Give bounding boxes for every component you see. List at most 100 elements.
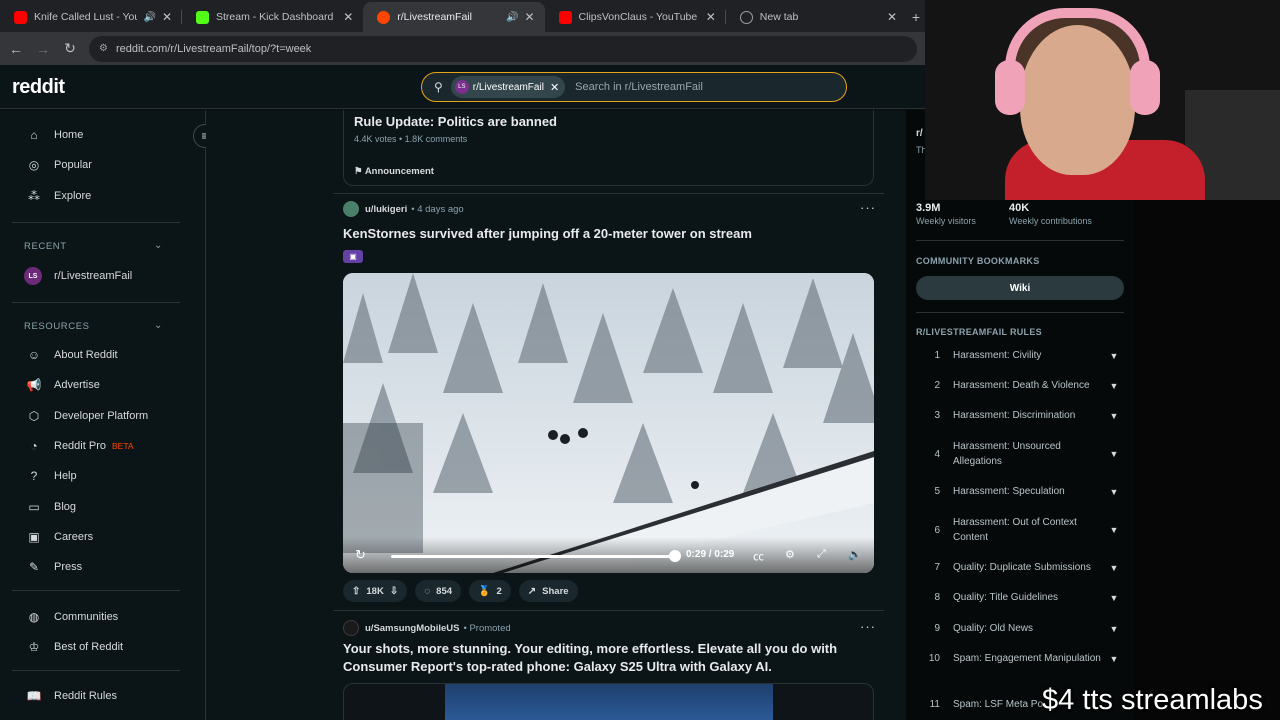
audio-icon[interactable]: 🔊: [143, 12, 155, 23]
search-input[interactable]: Search in r/LivestreamFail: [575, 81, 703, 93]
sidebar-item-label: About Reddit: [54, 349, 118, 361]
post-author[interactable]: u/lukigeri: [365, 204, 407, 215]
chip-close-icon[interactable]: ✕: [550, 81, 559, 94]
resources-header[interactable]: RESOURCES: [24, 321, 90, 332]
browser-tab[interactable]: Stream - Kick Dashboard ✕: [182, 2, 363, 32]
sidebar-item-label: Developer Platform: [54, 410, 149, 422]
rule-item[interactable]: 2 Harassment: Death & Violence ▼: [916, 378, 1124, 393]
chevron-down-icon[interactable]: ▼: [1104, 381, 1124, 391]
settings-icon[interactable]: ⚙: [785, 548, 795, 561]
chevron-down-icon[interactable]: ▼: [1104, 351, 1124, 361]
more-options-icon[interactable]: ···: [860, 619, 876, 634]
chevron-down-icon[interactable]: ▼: [1104, 449, 1124, 459]
sidebar-item-reddit-rules[interactable]: 📖 Reddit Rules: [26, 685, 117, 707]
tab-close-icon[interactable]: ✕: [887, 10, 897, 24]
sidebar-item-recent-subreddit[interactable]: LS r/LivestreamFail: [24, 265, 132, 287]
pinned-post-title[interactable]: Rule Update: Politics are banned: [354, 114, 557, 129]
avatar[interactable]: [343, 620, 359, 636]
sidebar-item-careers[interactable]: ▣ Careers: [26, 526, 93, 548]
volume-icon[interactable]: 🔊: [848, 548, 862, 561]
url-field[interactable]: ⚙ reddit.com/r/LivestreamFail/top/?t=wee…: [89, 35, 917, 62]
browser-tab[interactable]: ClipsVonClaus - YouTube ✕: [545, 2, 726, 32]
post-divider: [333, 610, 884, 611]
sidebar-item-press[interactable]: ✎ Press: [26, 556, 82, 578]
new-tab-icon[interactable]: +: [907, 2, 925, 32]
sidebar-item-reddit-pro[interactable]: ◔ Reddit Pro BETA: [26, 435, 133, 457]
chevron-down-icon[interactable]: ⌄: [154, 320, 162, 331]
browser-tab[interactable]: Knife Called Lust - YouTube 🔊 ✕: [0, 2, 182, 32]
back-icon[interactable]: ←: [5, 41, 27, 57]
pinned-post[interactable]: Rule Update: Politics are banned 4.4K vo…: [343, 110, 874, 186]
sidebar-item-about-reddit[interactable]: ☺ About Reddit: [26, 344, 118, 366]
comments-button[interactable]: ◌ 854: [415, 580, 462, 602]
vote-button[interactable]: ⇧ 18K ⇩: [343, 580, 408, 602]
browser-tab-active[interactable]: r/LivestreamFail 🔊 ✕: [363, 2, 545, 32]
search-bar[interactable]: ⚲ LS r/LivestreamFail ✕ Search in r/Live…: [421, 72, 847, 102]
wiki-button[interactable]: Wiki: [916, 276, 1124, 300]
captions-icon[interactable]: ㏄: [753, 548, 764, 564]
award-button[interactable]: 🏅 2: [469, 580, 511, 602]
site-info-icon[interactable]: ⚙: [99, 43, 108, 54]
upvote-icon[interactable]: ⇧: [352, 586, 360, 597]
more-options-icon[interactable]: ···: [860, 200, 876, 215]
sidebar-item-communities[interactable]: ◍ Communities: [26, 606, 118, 628]
browser-tab[interactable]: New tab ✕: [726, 2, 907, 32]
subreddit-chip[interactable]: LS r/LivestreamFail ✕: [450, 76, 566, 98]
sidebar-item-developer-platform[interactable]: ⬡ Developer Platform: [26, 405, 148, 427]
video-player[interactable]: ↻ 0:29 / 0:29 ㏄ ⚙ ⤢ 🔊: [343, 273, 874, 573]
fullscreen-icon[interactable]: ⤢: [817, 548, 826, 561]
chevron-down-icon[interactable]: ▼: [1104, 563, 1124, 573]
rule-item[interactable]: 6 Harassment: Out of Context Content ▼: [916, 515, 1124, 545]
tab-close-icon[interactable]: ✕: [706, 10, 716, 24]
sidebar-item-blog[interactable]: ▭ Blog: [26, 496, 76, 518]
promo-title[interactable]: Your shots, more stunning. Your editing,…: [343, 640, 873, 676]
tab-close-icon[interactable]: ✕: [162, 10, 172, 24]
recent-header[interactable]: RECENT: [24, 241, 67, 252]
rule-item[interactable]: 3 Harassment: Discrimination ▼: [916, 408, 1124, 423]
post-actions: ⇧ 18K ⇩ ◌ 854 🏅 2 ↗ Share: [343, 580, 578, 602]
audio-icon[interactable]: 🔊: [506, 12, 518, 23]
forward-icon[interactable]: →: [32, 41, 54, 57]
avatar[interactable]: [343, 201, 359, 217]
rule-item[interactable]: 4 Harassment: Unsourced Allegations ▼: [916, 439, 1124, 469]
promo-image[interactable]: [343, 683, 874, 720]
flair-label: Announcement: [364, 166, 434, 177]
rule-text: Harassment: Out of Context Content: [953, 517, 1077, 543]
tab-title: Knife Called Lust - YouTube: [34, 11, 138, 23]
downvote-icon[interactable]: ⇩: [390, 586, 398, 597]
rule-item[interactable]: 10 Spam: Engagement Manipulation ▼: [916, 651, 1124, 666]
video-progress-bar[interactable]: [391, 555, 675, 558]
chevron-down-icon[interactable]: ▼: [1104, 593, 1124, 603]
tab-close-icon[interactable]: ✕: [343, 10, 353, 24]
sidebar-item-popular[interactable]: ◎ Popular: [26, 154, 92, 176]
post-title[interactable]: KenStornes survived after jumping off a …: [343, 225, 873, 243]
sidebar-divider: [12, 590, 180, 591]
rule-item[interactable]: 9 Quality: Old News ▼: [916, 621, 1124, 636]
chevron-down-icon[interactable]: ▼: [1104, 487, 1124, 497]
rule-text: Quality: Title Guidelines: [953, 592, 1059, 603]
sidebar-item-home[interactable]: ⌂ Home: [26, 124, 83, 146]
rule-text: Harassment: Death & Violence: [953, 380, 1090, 391]
video-scrubber[interactable]: [669, 550, 681, 562]
chevron-down-icon[interactable]: ▼: [1104, 525, 1124, 535]
tab-close-icon[interactable]: ✕: [524, 10, 534, 24]
rule-item[interactable]: 7 Quality: Duplicate Submissions ▼: [916, 560, 1124, 575]
sidebar-item-explore[interactable]: ⁂ Explore: [26, 185, 91, 207]
sidebar-item-advertise[interactable]: 📢 Advertise: [26, 374, 100, 396]
rule-item[interactable]: 1 Harassment: Civility ▼: [916, 348, 1124, 363]
chevron-down-icon[interactable]: ⌄: [154, 240, 162, 251]
sidebar-item-label: Reddit Pro: [54, 440, 106, 452]
chevron-down-icon[interactable]: ▼: [1104, 624, 1124, 634]
rule-text: Harassment: Unsourced Allegations: [953, 441, 1061, 467]
reddit-logo[interactable]: reddit: [12, 76, 65, 99]
reload-icon[interactable]: ↻: [59, 40, 81, 57]
chevron-down-icon[interactable]: ▼: [1104, 411, 1124, 421]
sidebar-item-help[interactable]: ? Help: [26, 465, 77, 487]
rule-item[interactable]: 8 Quality: Title Guidelines ▼: [916, 590, 1124, 605]
rule-item[interactable]: 5 Harassment: Speculation ▼: [916, 484, 1124, 499]
share-button[interactable]: ↗ Share: [518, 580, 578, 602]
chevron-down-icon[interactable]: ▼: [1104, 654, 1124, 664]
replay-icon[interactable]: ↻: [355, 547, 366, 563]
sidebar-item-best-of-reddit[interactable]: ♔ Best of Reddit: [26, 636, 123, 658]
promo-author[interactable]: u/SamsungMobileUS: [365, 623, 459, 634]
